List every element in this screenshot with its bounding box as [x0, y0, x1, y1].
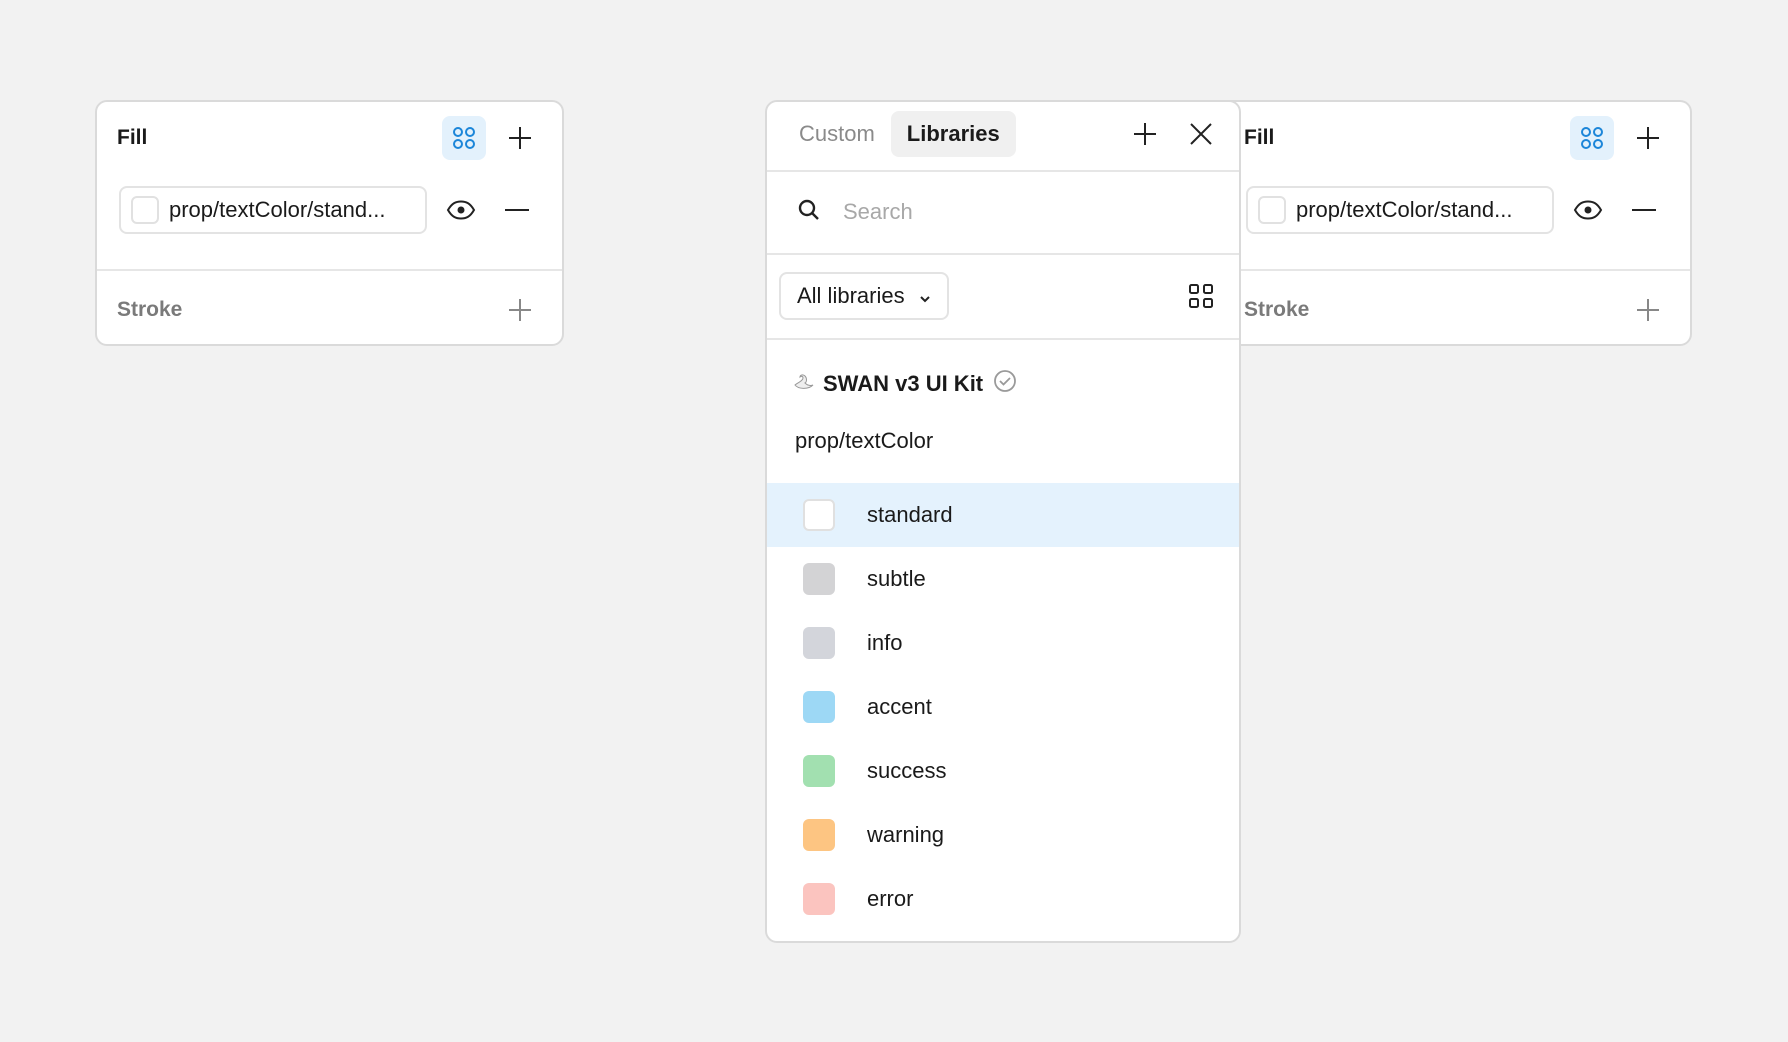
eye-icon[interactable]	[1566, 188, 1610, 232]
fill-panel-left: Fill prop/textColor/stand... Stroke	[95, 100, 564, 346]
tab-libraries[interactable]: Libraries	[890, 111, 1016, 157]
fill-panel-right: Fill prop/textColor/stand... Stroke	[1224, 100, 1692, 346]
fill-swatch	[131, 196, 159, 224]
color-swatch	[803, 563, 835, 595]
color-name: error	[867, 886, 914, 911]
plus-icon[interactable]	[498, 288, 542, 332]
styles-grid-icon[interactable]	[1570, 116, 1614, 160]
eye-icon[interactable]	[439, 188, 483, 232]
color-item-success[interactable]: success	[767, 739, 1239, 803]
color-item-warning[interactable]: warning	[767, 803, 1239, 867]
plus-icon[interactable]	[498, 116, 542, 160]
color-swatch	[803, 627, 835, 659]
stroke-row: Stroke	[117, 288, 542, 332]
search-icon	[797, 198, 821, 227]
color-name: info	[867, 630, 903, 655]
plus-icon[interactable]	[1123, 112, 1167, 156]
tab-custom[interactable]: Custom	[783, 111, 891, 157]
minus-icon[interactable]	[1622, 188, 1666, 232]
color-swatch	[803, 691, 835, 723]
color-swatch	[803, 755, 835, 787]
divider	[767, 338, 1239, 340]
stroke-title: Stroke	[117, 298, 183, 321]
color-name: warning	[867, 822, 945, 847]
library-header: SWAN v3 UI Kit	[793, 364, 1223, 404]
color-item-error[interactable]: error	[767, 867, 1239, 931]
fill-style-chip[interactable]: prop/textColor/stand...	[119, 186, 427, 234]
picker-tabs: Custom Libraries	[783, 110, 1223, 158]
library-filter-label: All libraries	[797, 283, 905, 308]
fill-header: Fill	[1244, 116, 1670, 160]
plus-icon[interactable]	[1626, 288, 1670, 332]
search-row	[767, 172, 1239, 252]
stroke-row: Stroke	[1244, 288, 1670, 332]
color-name: subtle	[867, 566, 926, 591]
color-name: success	[867, 758, 947, 783]
verified-check-icon	[993, 369, 1017, 399]
color-list: standard subtle info accent success warning er…	[767, 483, 1239, 931]
divider	[1224, 269, 1690, 271]
swan-icon	[793, 371, 815, 397]
color-library-picker: Custom Libraries All libraries	[765, 100, 1241, 943]
fill-style-row: prop/textColor/stand...	[1246, 186, 1670, 234]
fill-style-chip[interactable]: prop/textColor/stand...	[1246, 186, 1554, 234]
close-icon[interactable]	[1179, 112, 1223, 156]
filter-row: All libraries	[779, 272, 1223, 320]
fill-style-row: prop/textColor/stand...	[119, 186, 542, 234]
chevron-down-icon	[919, 283, 931, 309]
plus-icon[interactable]	[1626, 116, 1670, 160]
fill-swatch	[1258, 196, 1286, 224]
color-item-accent[interactable]: accent	[767, 675, 1239, 739]
library-filter-dropdown[interactable]: All libraries	[779, 272, 949, 320]
fill-style-name: prop/textColor/stand...	[1296, 197, 1513, 222]
divider	[767, 253, 1239, 255]
fill-title: Fill	[117, 126, 148, 149]
color-swatch	[803, 499, 835, 531]
fill-title: Fill	[1244, 126, 1275, 149]
stroke-title: Stroke	[1244, 298, 1310, 321]
color-item-standard[interactable]: standard	[767, 483, 1239, 547]
color-swatch	[803, 883, 835, 915]
fill-style-name: prop/textColor/stand...	[169, 197, 386, 222]
color-name: accent	[867, 694, 932, 719]
color-name: standard	[867, 502, 953, 527]
fill-header: Fill	[117, 116, 542, 160]
grid-view-icon[interactable]	[1179, 274, 1223, 318]
color-swatch	[803, 819, 835, 851]
divider	[97, 269, 562, 271]
minus-icon[interactable]	[495, 188, 539, 232]
group-label: prop/textColor	[795, 428, 934, 453]
library-name: SWAN v3 UI Kit	[823, 371, 984, 396]
color-item-subtle[interactable]: subtle	[767, 547, 1239, 611]
color-item-info[interactable]: info	[767, 611, 1239, 675]
search-input[interactable]	[841, 198, 1185, 226]
styles-grid-icon[interactable]	[442, 116, 486, 160]
